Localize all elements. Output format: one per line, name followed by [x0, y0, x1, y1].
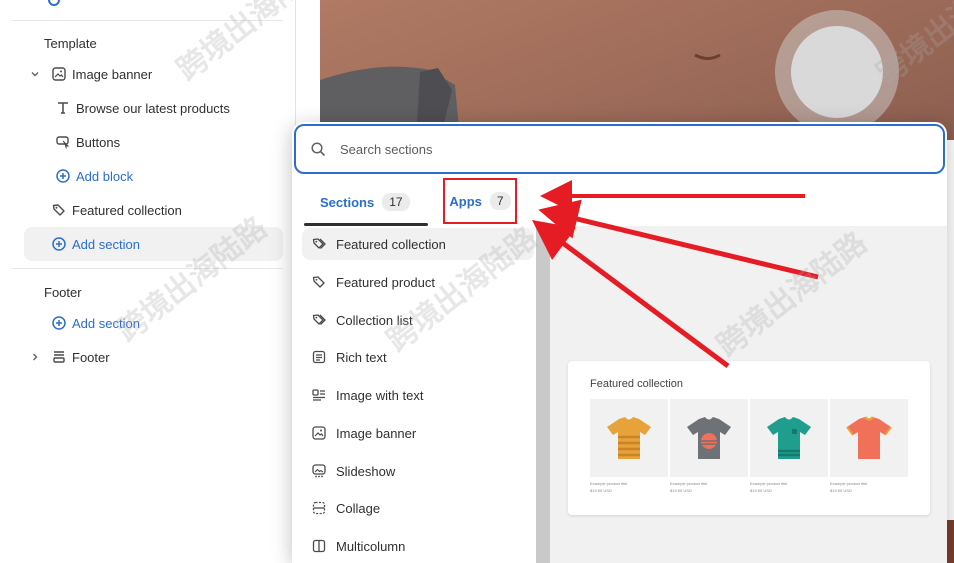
tag-icon: [46, 202, 72, 218]
list-item-rich-text[interactable]: Rich text: [302, 341, 534, 373]
add-section-popover: Sections 17 Apps 7 Featured collection F…: [292, 122, 947, 563]
list-item-label: Collage: [336, 500, 381, 516]
image-text-icon: [302, 387, 336, 403]
footer-layout-icon: [46, 349, 72, 365]
banner-edge: [946, 520, 954, 563]
block-item-browse[interactable]: Browse our latest products: [50, 92, 283, 124]
plus-circle-icon: [46, 236, 72, 252]
tab-apps[interactable]: Apps 7: [443, 178, 517, 224]
featured-collection-preview-card: Featured collection Example product titl…: [568, 361, 930, 515]
add-section-label: Add section: [72, 315, 140, 331]
tag-double-icon: [302, 236, 336, 252]
divider: [12, 268, 283, 269]
search-field[interactable]: [294, 124, 945, 174]
product-title: Example product title: [590, 481, 628, 486]
product-title: Example product title: [670, 481, 708, 486]
sidebar-item-featured-collection[interactable]: Featured collection: [24, 194, 283, 226]
product-card: Example product title $19.99 USD: [670, 399, 748, 493]
add-section-label: Add section: [72, 236, 140, 252]
list-item-multicolumn[interactable]: Multicolumn: [302, 530, 534, 562]
tshirt-image: [590, 399, 668, 477]
tshirt-image: [670, 399, 748, 477]
tab-label: Sections: [320, 194, 375, 210]
banner-image: [320, 0, 954, 140]
list-item-label: Multicolumn: [336, 538, 406, 554]
top-indicator-icon: [48, 0, 60, 6]
block-item-buttons[interactable]: Buttons: [50, 126, 283, 158]
sidebar-item-label: Featured collection: [72, 202, 182, 218]
count-badge: 17: [382, 193, 410, 211]
sidebar-item-image-banner[interactable]: Image banner: [24, 58, 283, 90]
product-price: $19.99 USD: [750, 488, 772, 493]
list-item-collage[interactable]: Collage: [302, 492, 534, 524]
tab-sections[interactable]: Sections 17: [304, 186, 428, 226]
text-block-icon: [302, 349, 336, 365]
chevron-right-icon[interactable]: [24, 352, 46, 362]
sidebar-item-label: Footer: [72, 349, 110, 365]
product-title: Example product title: [830, 481, 868, 486]
list-item-label: Image with text: [336, 387, 424, 403]
product-price: $19.99 USD: [830, 488, 852, 493]
list-item-label: Collection list: [336, 312, 413, 328]
list-item-label: Slideshow: [336, 463, 396, 479]
columns-icon: [302, 538, 336, 554]
count-badge: 7: [489, 192, 511, 210]
slideshow-icon: [302, 463, 336, 479]
product-price: $19.99 USD: [590, 488, 612, 493]
plus-circle-icon: [46, 315, 72, 331]
list-item-label: Featured product: [336, 274, 436, 290]
scrollbar[interactable]: [536, 228, 550, 563]
list-item-collection-list[interactable]: Collection list: [302, 304, 534, 336]
add-section-footer-button[interactable]: Add section: [24, 307, 283, 339]
product-card: Example product title $19.99 USD: [590, 399, 668, 493]
add-block-button[interactable]: Add block: [50, 160, 283, 192]
plus-circle-icon: [50, 168, 76, 184]
image-icon: [46, 66, 72, 82]
collage-icon: [302, 500, 336, 516]
tag-icon: [302, 274, 336, 290]
product-title: Example product title: [750, 481, 788, 486]
block-item-label: Browse our latest products: [76, 100, 230, 116]
block-item-label: Buttons: [76, 134, 121, 150]
button-pointer-icon: [50, 134, 76, 150]
text-icon: [50, 100, 76, 116]
search-icon: [296, 141, 340, 157]
add-block-label: Add block: [76, 168, 134, 184]
list-item-label: Rich text: [336, 349, 387, 365]
list-item-image-banner[interactable]: Image banner: [302, 417, 534, 449]
search-input[interactable]: [340, 141, 840, 157]
chevron-down-icon[interactable]: [24, 69, 46, 79]
section-preview-pane: Featured collection Example product titl…: [550, 226, 947, 563]
preview-title: Featured collection: [590, 378, 683, 390]
sidebar-item-footer[interactable]: Footer: [24, 341, 283, 373]
list-item-label: Featured collection: [336, 236, 446, 252]
list-item-featured-collection[interactable]: Featured collection: [302, 228, 534, 260]
product-price: $19.99 USD: [670, 488, 692, 493]
footer-heading: Footer: [44, 285, 82, 300]
product-card: Example product title $19.99 USD: [750, 399, 828, 493]
tabs: Sections 17: [292, 176, 947, 226]
tab-label: Apps: [449, 193, 482, 209]
template-heading: Template: [44, 36, 97, 51]
list-item-featured-product[interactable]: Featured product: [302, 266, 534, 298]
sidebar-item-label: Image banner: [72, 66, 153, 82]
active-tab-indicator: [304, 223, 428, 226]
list-item-label: Image banner: [336, 425, 417, 441]
tshirt-image: [830, 399, 908, 477]
product-card: Example product title $19.99 USD: [830, 399, 908, 493]
tshirt-image: [750, 399, 828, 477]
list-item-slideshow[interactable]: Slideshow: [302, 455, 534, 487]
divider: [12, 20, 283, 21]
image-icon: [302, 425, 336, 441]
sidebar: Template Image banner Browse our latest …: [0, 0, 296, 563]
tag-double-icon: [302, 312, 336, 328]
section-list: Featured collection Featured product Col…: [292, 228, 542, 563]
add-section-button[interactable]: Add section: [24, 227, 283, 261]
list-item-image-with-text[interactable]: Image with text: [302, 379, 534, 411]
